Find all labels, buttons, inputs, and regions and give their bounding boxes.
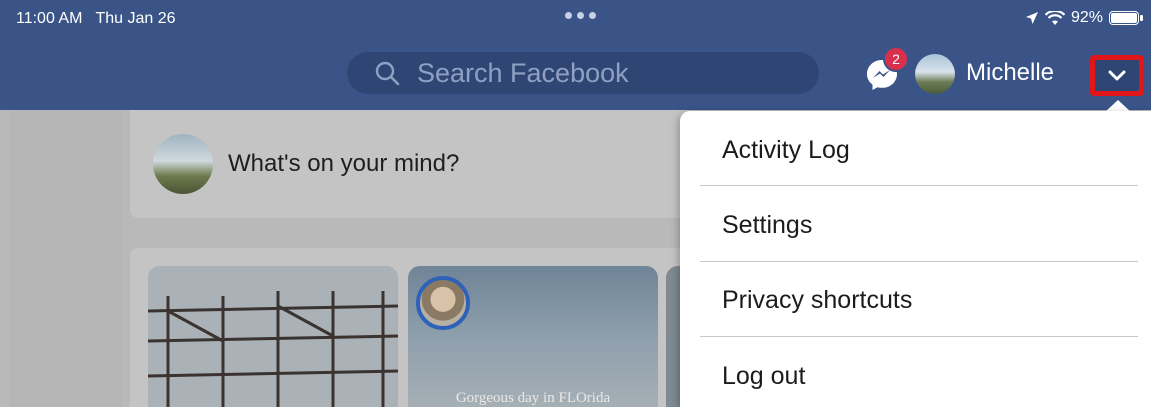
- screen: What's on your mind? Gorgeous day in FLO…: [0, 0, 1151, 407]
- status-time: 11:00 AM Thu Jan 26: [16, 10, 176, 28]
- account-menu-button[interactable]: [1090, 55, 1144, 96]
- menu-item-settings[interactable]: Settings: [722, 211, 812, 240]
- menu-divider: [700, 261, 1138, 262]
- location-arrow-icon: [1025, 12, 1038, 24]
- account-dropdown-menu: Activity Log Settings Privacy shortcuts …: [680, 111, 1151, 407]
- battery-percent: 92%: [1070, 9, 1103, 26]
- search-icon: [375, 61, 400, 86]
- profile-name[interactable]: Michelle: [966, 59, 1054, 87]
- top-bar: 11:00 AM Thu Jan 26 92% Search Facebook …: [0, 0, 1151, 110]
- battery-icon: [1109, 11, 1143, 25]
- search-bar[interactable]: [347, 52, 819, 94]
- story-caption: Gorgeous day in FLOrida: [455, 390, 611, 406]
- chevron-down-icon: [1108, 70, 1126, 80]
- composer-avatar: [153, 134, 213, 194]
- status-date: Thu Jan 26: [95, 10, 176, 27]
- wifi-icon: [1044, 10, 1065, 25]
- profile-avatar[interactable]: [915, 54, 955, 94]
- menu-item-log-out[interactable]: Log out: [722, 362, 805, 391]
- menu-divider: [700, 336, 1138, 337]
- story-steel-frame-image: [148, 266, 398, 407]
- menu-item-privacy-shortcuts[interactable]: Privacy shortcuts: [722, 286, 912, 315]
- search-input[interactable]: [415, 56, 799, 90]
- messenger-badge: 2: [883, 46, 909, 72]
- composer-prompt[interactable]: What's on your mind?: [228, 150, 459, 178]
- menu-divider: [700, 185, 1138, 186]
- status-clock: 11:00 AM: [16, 10, 83, 27]
- menu-item-activity-log[interactable]: Activity Log: [722, 136, 850, 165]
- story-avatar: [416, 276, 470, 330]
- story-card[interactable]: [148, 266, 398, 407]
- left-sidebar: [10, 110, 122, 407]
- status-indicators: 92%: [1025, 9, 1143, 27]
- multitasking-dots-icon[interactable]: [565, 12, 596, 19]
